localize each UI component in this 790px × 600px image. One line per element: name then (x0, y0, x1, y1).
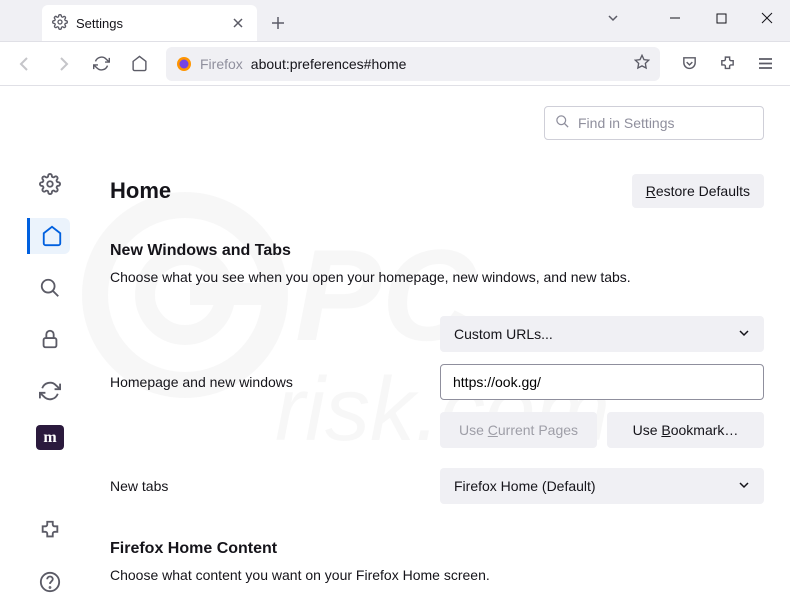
page-title: Home (110, 178, 171, 204)
sidebar-item-extensions[interactable] (30, 512, 70, 548)
sidebar-item-search[interactable] (30, 270, 70, 306)
toolbar: Firefox about:preferences#home (0, 42, 790, 86)
bookmark-star-icon[interactable] (634, 54, 650, 73)
chevron-down-icon (738, 326, 750, 342)
sidebar-item-privacy[interactable] (30, 322, 70, 358)
urlbar-brand: Firefox (200, 56, 243, 72)
homepage-label: Homepage and new windows (110, 374, 440, 390)
sidebar-item-sync[interactable] (30, 373, 70, 409)
section-new-windows-heading: New Windows and Tabs (110, 242, 764, 260)
maximize-button[interactable] (698, 0, 744, 36)
url-bar[interactable]: Firefox about:preferences#home (166, 47, 660, 81)
extensions-button[interactable] (710, 47, 744, 81)
restore-defaults-button[interactable]: Restore Defaults (632, 174, 764, 208)
sidebar-item-help[interactable] (30, 564, 70, 600)
section-home-content-desc: Choose what content you want on your Fir… (110, 566, 764, 586)
newtabs-select-value: Firefox Home (Default) (454, 478, 596, 494)
homepage-url-input[interactable] (440, 364, 764, 400)
new-tab-button[interactable] (263, 8, 293, 38)
tablist-button[interactable] (590, 0, 636, 36)
forward-button (46, 47, 80, 81)
settings-sidebar: m (0, 86, 100, 600)
find-placeholder: Find in Settings (578, 115, 675, 131)
gear-icon (52, 14, 68, 33)
back-button (8, 47, 42, 81)
window-controls (590, 0, 790, 36)
browser-tab[interactable]: Settings (42, 5, 257, 41)
newtabs-label: New tabs (110, 478, 440, 494)
sidebar-item-home[interactable] (27, 218, 70, 254)
urlbar-url: about:preferences#home (251, 56, 407, 72)
titlebar: Settings (0, 0, 790, 42)
close-window-button[interactable] (744, 0, 790, 36)
search-icon (555, 114, 570, 132)
section-new-windows-desc: Choose what you see when you open your h… (110, 268, 764, 288)
sidebar-item-m[interactable]: m (36, 425, 64, 450)
sidebar-item-general[interactable] (30, 166, 70, 202)
minimize-button[interactable] (652, 0, 698, 36)
app-menu-button[interactable] (748, 47, 782, 81)
close-tab-button[interactable] (229, 14, 247, 32)
chevron-down-icon (738, 478, 750, 494)
homepage-select[interactable]: Custom URLs... (440, 316, 764, 352)
tab-title: Settings (76, 16, 123, 31)
use-bookmark-button[interactable]: Use Bookmark… (607, 412, 764, 448)
find-in-settings[interactable]: Find in Settings (544, 106, 764, 140)
pocket-button[interactable] (672, 47, 706, 81)
use-current-pages-button: Use Current Pages (440, 412, 597, 448)
reload-button[interactable] (84, 47, 118, 81)
firefox-logo-icon (176, 56, 192, 72)
newtabs-select[interactable]: Firefox Home (Default) (440, 468, 764, 504)
homepage-select-value: Custom URLs... (454, 326, 553, 342)
home-button[interactable] (122, 47, 156, 81)
settings-main: Find in Settings Home Restore Defaults N… (100, 86, 790, 600)
section-home-content-heading: Firefox Home Content (110, 540, 764, 558)
